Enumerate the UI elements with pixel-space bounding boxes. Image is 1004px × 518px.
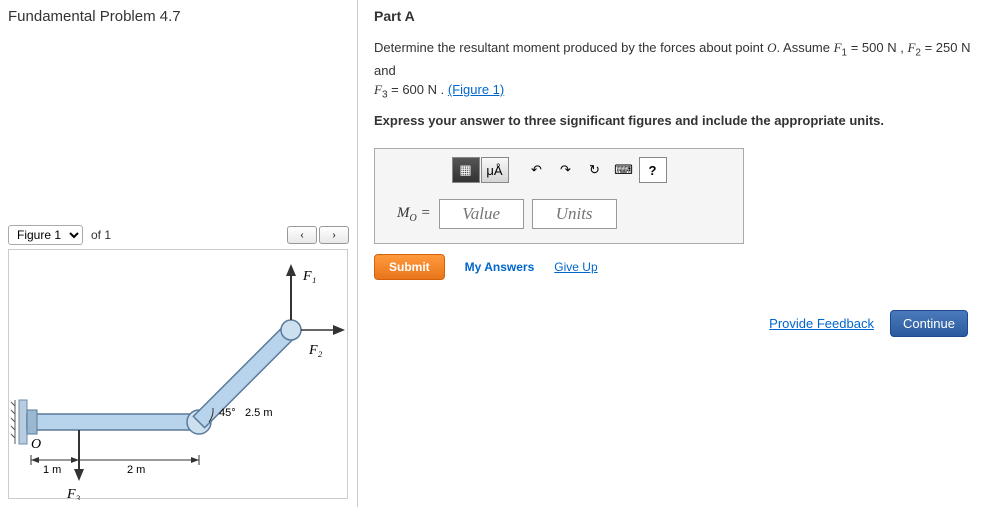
answer-toolbar: ▦ μÅ ↶ ↷ ↻ ⌨ ? (383, 157, 735, 183)
symbols-icon[interactable]: μÅ (481, 157, 509, 183)
o-label: O (31, 437, 41, 452)
figure-prev-button[interactable]: ‹ (287, 226, 317, 244)
undo-icon[interactable]: ↶ (523, 157, 551, 183)
mo-label: MO = (397, 205, 431, 224)
template-icon[interactable]: ▦ (452, 157, 480, 183)
figure-selector[interactable]: Figure 1 (8, 225, 83, 245)
figure-count: of 1 (91, 228, 111, 242)
part-title: Part A (374, 8, 988, 24)
give-up-link[interactable]: Give Up (554, 260, 597, 274)
help-icon[interactable]: ? (639, 157, 667, 183)
figure-section: Figure 1 of 1 ‹ › (8, 225, 349, 499)
continue-button[interactable]: Continue (890, 310, 968, 337)
redo-icon[interactable]: ↷ (552, 157, 580, 183)
value-input[interactable] (439, 199, 524, 229)
instructions: Determine the resultant moment produced … (374, 38, 988, 130)
units-input[interactable] (532, 199, 617, 229)
f1-label: F₁ (302, 269, 316, 284)
reset-icon[interactable]: ↻ (581, 157, 609, 183)
problem-title: Fundamental Problem 4.7 (8, 8, 349, 25)
provide-feedback-link[interactable]: Provide Feedback (769, 316, 874, 331)
angle-label: 45° (219, 407, 236, 419)
submit-button[interactable]: Submit (374, 254, 445, 280)
len1-label: 1 m (43, 464, 61, 476)
keyboard-icon[interactable]: ⌨ (610, 157, 638, 183)
len25-label: 2.5 m (245, 407, 273, 419)
express-text: Express your answer to three significant… (374, 111, 988, 131)
f3-label: F₃ (66, 487, 81, 500)
figure-link[interactable]: (Figure 1) (448, 82, 504, 97)
answer-box: ▦ μÅ ↶ ↷ ↻ ⌨ ? MO = (374, 148, 744, 244)
figure-diagram: F₁ F₂ 45° 2.5 m O F₃ 1 m (8, 249, 348, 499)
my-answers-link[interactable]: My Answers (465, 260, 535, 274)
f2-label: F₂ (308, 343, 323, 358)
len2-label: 2 m (127, 464, 145, 476)
figure-next-button[interactable]: › (319, 226, 349, 244)
